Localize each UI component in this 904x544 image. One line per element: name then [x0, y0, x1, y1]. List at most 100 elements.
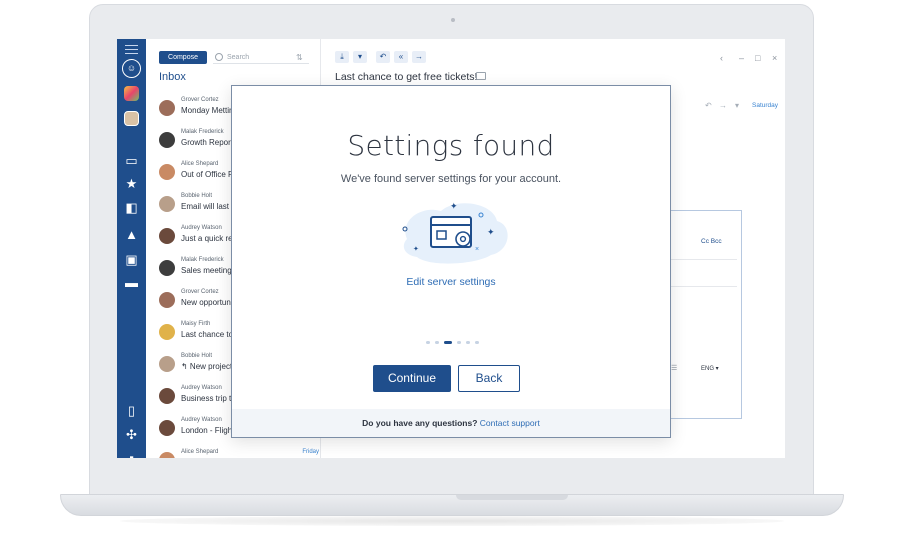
app-photo-icon[interactable]: [124, 111, 139, 126]
laptop-notch: [456, 495, 568, 500]
list-item[interactable]: Alice Shepard Friday: [159, 449, 319, 458]
mail-date: Friday: [302, 449, 319, 455]
back-button[interactable]: Back: [458, 365, 520, 392]
step-dot: [435, 341, 439, 344]
step-indicator: [426, 341, 486, 345]
svg-text:✦: ✦: [413, 245, 419, 253]
avatar: [159, 196, 175, 212]
laptop-base: [60, 494, 844, 516]
download-icon[interactable]: ⤓: [335, 51, 349, 63]
inbox-icon[interactable]: ▭: [123, 152, 140, 169]
dialog-footer: Do you have any questions? Contact suppo…: [232, 409, 670, 437]
avatar: [159, 292, 175, 308]
sender: Alice Shepard: [181, 161, 219, 167]
avatar: [159, 260, 175, 276]
send-icon[interactable]: ▲: [123, 226, 140, 243]
avatar: [159, 388, 175, 404]
search-placeholder: Search: [227, 54, 250, 61]
subject: Monday Metting: [181, 106, 238, 115]
camera-icon: [451, 18, 455, 22]
badge-icon[interactable]: ◧: [123, 199, 140, 216]
server-settings-illustration: ✦ ✦ ✦ ×: [402, 201, 508, 264]
message-subject: Last chance to get free tickets!: [335, 71, 478, 83]
dialog-subtitle: We've found server settings for your acc…: [340, 173, 562, 185]
language-select[interactable]: ENG ▾: [701, 365, 719, 372]
subject: New opportunit: [181, 298, 235, 307]
sender: Grover Cortez: [181, 97, 219, 103]
folder-icon[interactable]: ▬: [123, 274, 140, 291]
avatar: [159, 228, 175, 244]
subject: Growth Report -: [181, 138, 238, 147]
reply-all-icon[interactable]: «: [394, 51, 408, 63]
avatar: [159, 356, 175, 372]
search-icon: [215, 53, 223, 61]
avatar: [159, 132, 175, 148]
slack-icon[interactable]: ✣: [123, 426, 140, 443]
sender: Grover Cortez: [181, 289, 219, 295]
laptop-shadow: [120, 516, 784, 526]
continue-button[interactable]: Continue: [373, 365, 451, 392]
reply-icon[interactable]: ↶: [376, 51, 390, 63]
sender: Malak Frederick: [181, 257, 224, 263]
step-dot: [426, 341, 430, 344]
back-nav-icon[interactable]: ‹: [720, 53, 723, 63]
search-input[interactable]: Search: [213, 51, 309, 64]
sort-icon[interactable]: ⇅: [296, 53, 303, 62]
app-colorful-icon[interactable]: [124, 86, 139, 101]
sender: Audrey Watson: [181, 225, 222, 231]
contact-support-link[interactable]: Contact support: [480, 418, 540, 428]
step-dot-active: [444, 341, 452, 344]
avatar: [159, 452, 175, 458]
sender: Maisy Firth: [181, 321, 211, 327]
close-icon[interactable]: ×: [772, 53, 777, 63]
sender: Audrey Watson: [181, 385, 222, 391]
cc-bcc-toggle[interactable]: Cc Bcc: [701, 238, 722, 245]
step-dot: [475, 341, 479, 344]
avatar: [159, 324, 175, 340]
star-icon[interactable]: ★: [123, 175, 140, 192]
svg-text:✦: ✦: [487, 227, 495, 237]
chevron-down-icon[interactable]: ▾: [735, 101, 739, 110]
divider: [671, 286, 737, 287]
subject: London - Flight: [181, 426, 235, 435]
subject: Email will last fo: [181, 202, 238, 211]
subject: Sales meeting d: [181, 266, 239, 275]
footer-question: Do you have any questions?: [362, 418, 478, 428]
message-date: Saturday: [752, 102, 779, 109]
sender: Bobbie Holt: [181, 353, 213, 359]
maximize-icon[interactable]: □: [755, 53, 760, 63]
reply-icon[interactable]: ↶: [705, 101, 712, 110]
inbox-title: Inbox: [159, 71, 186, 83]
avatar: [159, 100, 175, 116]
move-folder-icon[interactable]: [476, 72, 486, 80]
divider: [671, 259, 737, 260]
step-dot: [457, 341, 461, 344]
fb-icon[interactable]: ▪: [123, 449, 140, 458]
compose-button[interactable]: Compose: [159, 51, 207, 64]
sender: Alice Shepard: [181, 449, 219, 455]
sender: Malak Frederick: [181, 129, 224, 135]
forward-icon[interactable]: →: [719, 101, 727, 110]
svg-text:✦: ✦: [450, 201, 458, 211]
sender: Bobbie Holt: [181, 193, 213, 199]
avatar: [159, 164, 175, 180]
step-dot: [466, 341, 470, 344]
forward-icon[interactable]: →: [412, 51, 426, 63]
subject: Business trip to: [181, 394, 236, 403]
avatar: [159, 420, 175, 436]
file-icon[interactable]: ▯: [123, 402, 140, 419]
format-icon[interactable]: ☰: [671, 364, 677, 372]
trash-icon[interactable]: ▾: [353, 51, 367, 63]
svg-text:×: ×: [475, 246, 479, 253]
minimize-icon[interactable]: –: [739, 53, 744, 63]
menu-icon[interactable]: [125, 45, 138, 54]
compose-window: Cc Bcc ☰ ENG ▾: [667, 210, 742, 419]
account-icon[interactable]: ☺: [122, 59, 141, 78]
subject: ↰ New project k: [181, 362, 239, 371]
briefcase-icon[interactable]: ▣: [123, 251, 140, 268]
subject: Out of Office Re: [181, 170, 239, 179]
sender: Audrey Watson: [181, 417, 222, 423]
dialog-title: Settings found: [347, 129, 555, 162]
edit-server-settings-link[interactable]: Edit server settings: [232, 276, 670, 288]
sidebar: ☺ ▭ ★ ◧ ▲ ▣ ▬ ▯ ✣ ▪: [117, 39, 146, 458]
